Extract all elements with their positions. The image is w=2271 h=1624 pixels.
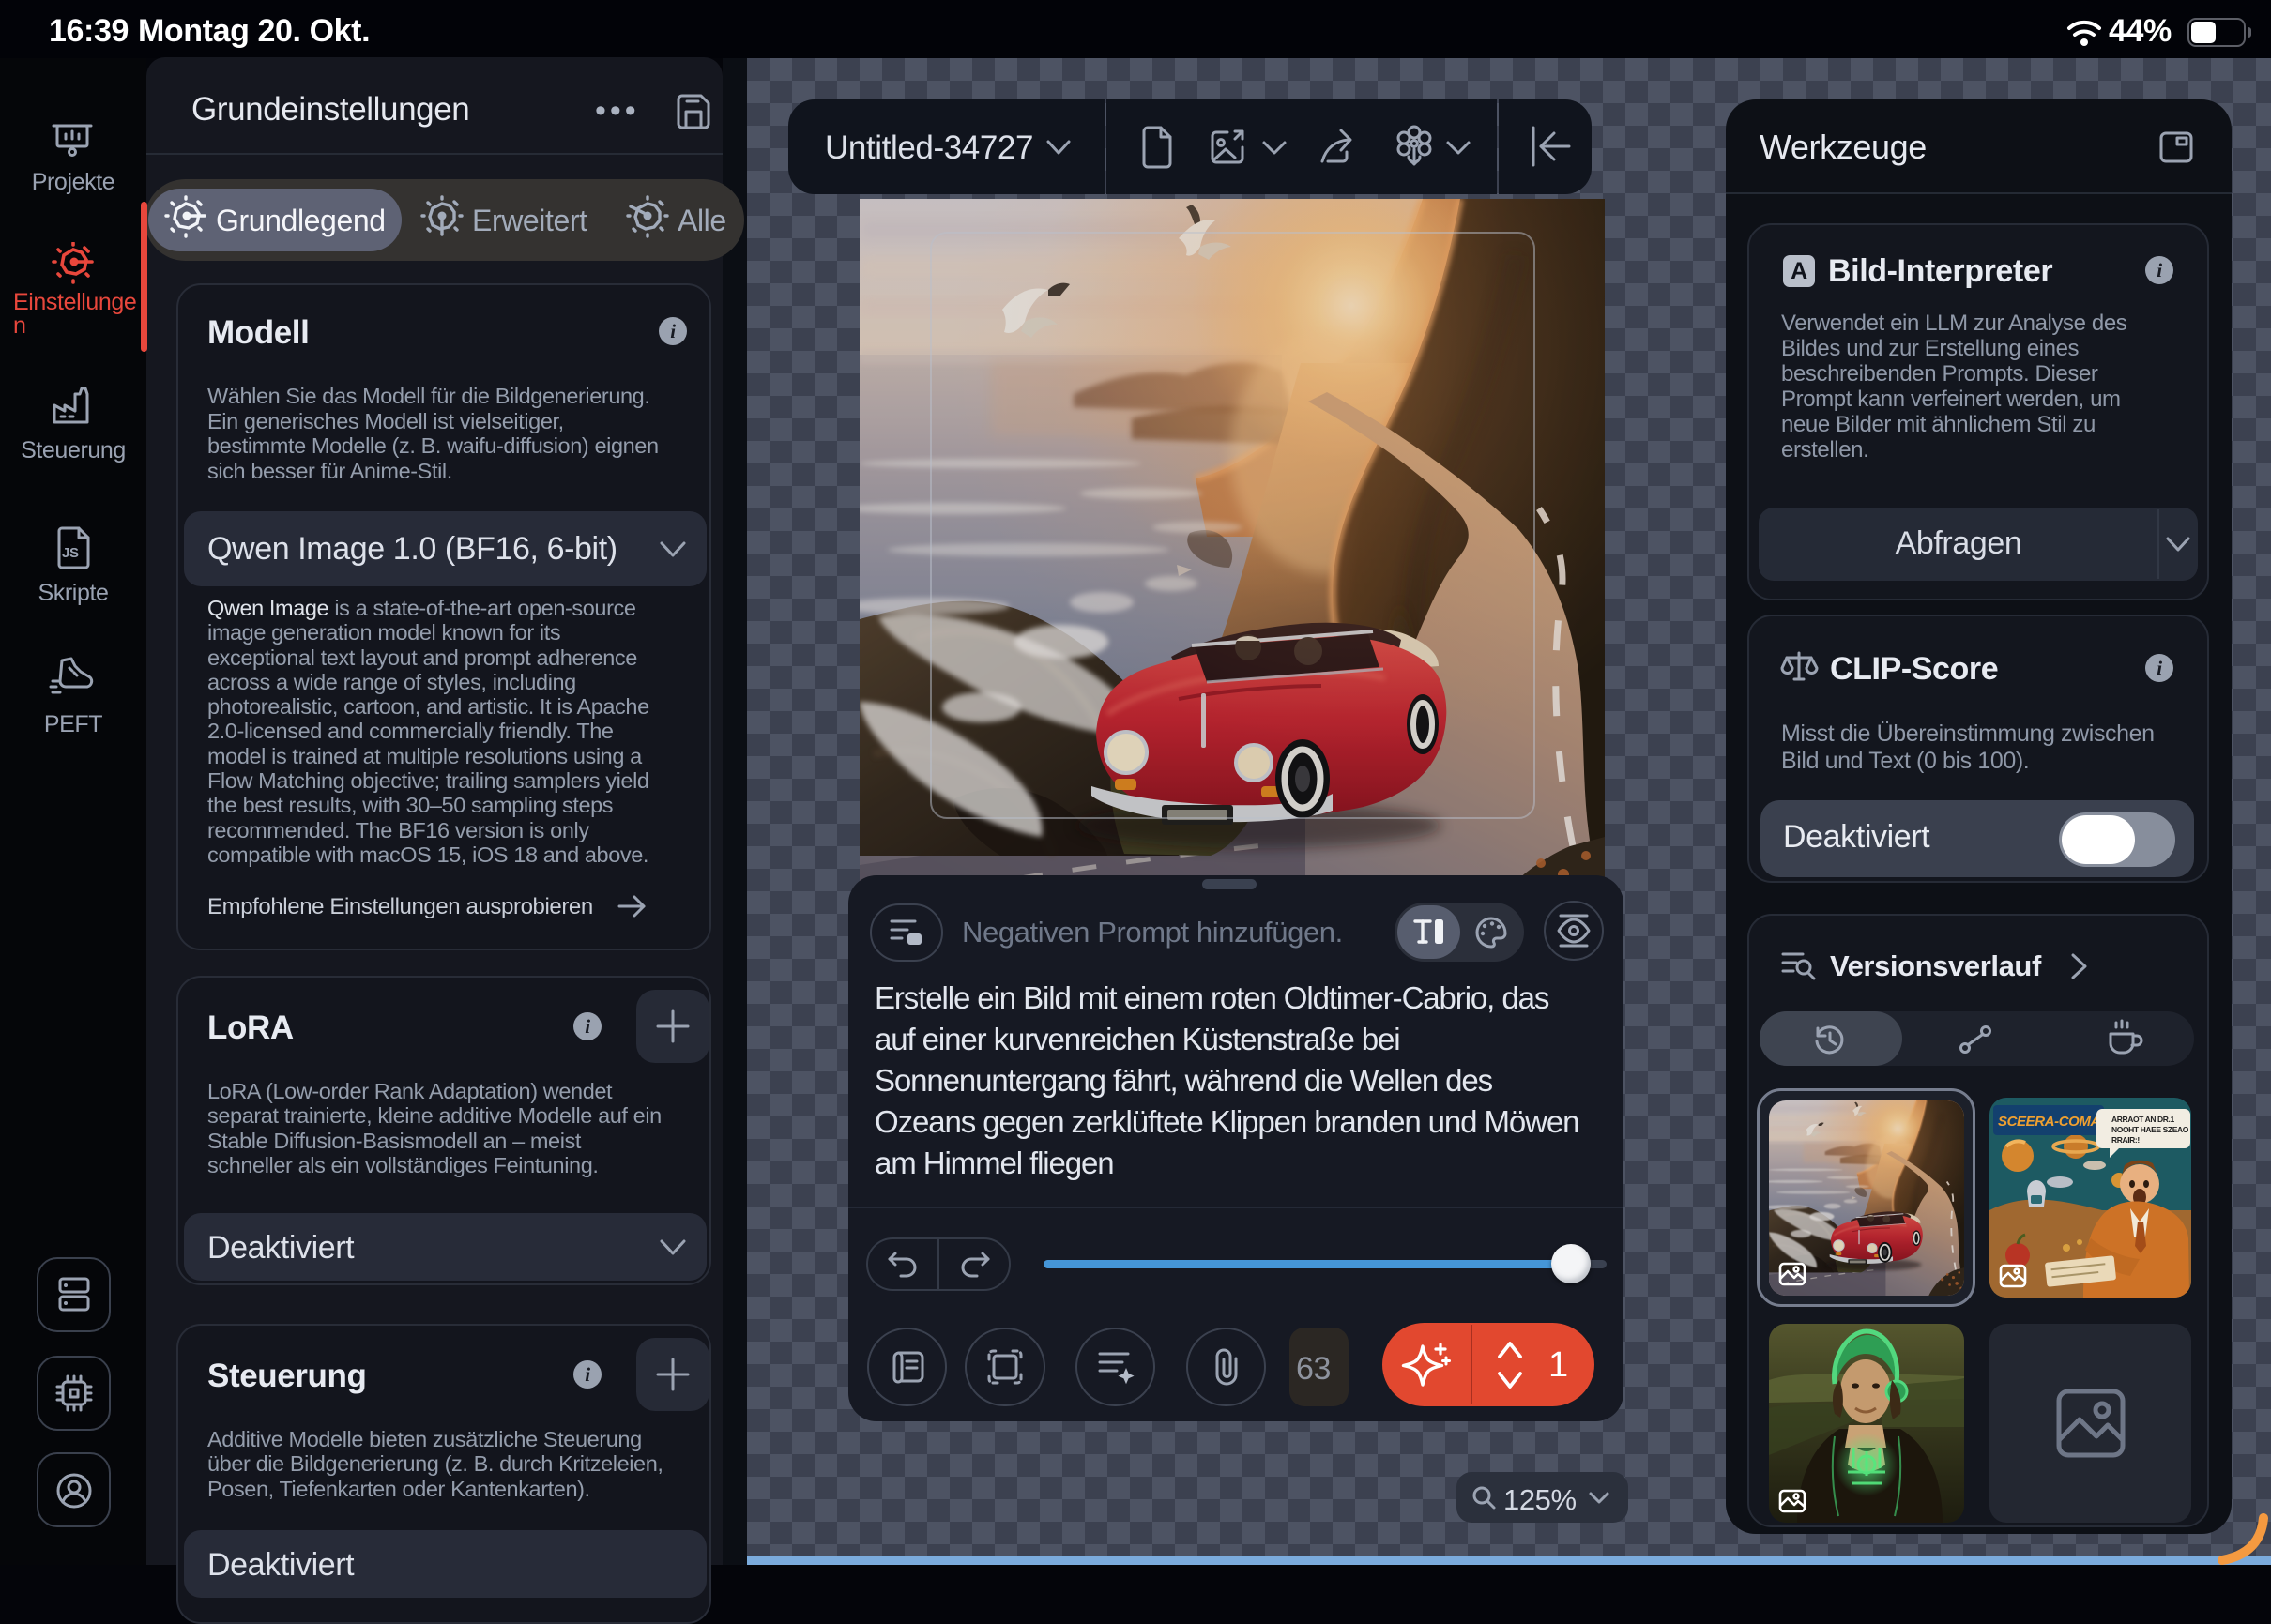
svg-text:ARRAOT AN DR.1: ARRAOT AN DR.1 [2111,1115,2174,1124]
svg-text:NOOHT HAEE SZEAO: NOOHT HAEE SZEAO [2111,1125,2189,1134]
svg-text:RRAIR:!: RRAIR:! [2111,1135,2140,1145]
